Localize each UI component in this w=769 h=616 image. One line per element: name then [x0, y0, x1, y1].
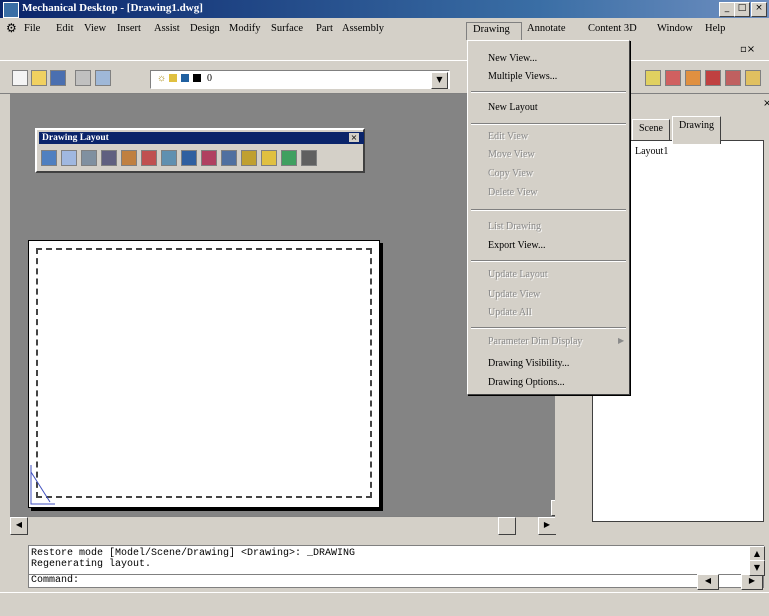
menu-item-edit-view[interactable]: Edit View: [488, 131, 528, 142]
new-icon[interactable]: [12, 70, 28, 86]
menu-item-update-view[interactable]: Update View: [488, 289, 540, 300]
lock-icon: [181, 74, 189, 82]
menu-item-list-drawing[interactable]: List Drawing: [488, 221, 541, 232]
menu-window[interactable]: Window: [657, 23, 693, 34]
title-block-icon[interactable]: [301, 150, 317, 166]
tree-item-layout1[interactable]: Layout1: [635, 146, 668, 157]
title-bar: Mechanical Desktop - [Drawing1.dwg] _ □ …: [0, 0, 769, 18]
menu-modify[interactable]: Modify: [229, 23, 261, 34]
drawing-menu: New View... Multiple Views... New Layout…: [467, 40, 630, 395]
save-icon[interactable]: [50, 70, 66, 86]
menu-file[interactable]: File: [24, 23, 40, 34]
menu-item-update-layout[interactable]: Update Layout: [488, 269, 548, 280]
dimension-icon[interactable]: [241, 150, 257, 166]
scroll-right-icon[interactable]: ▶: [538, 517, 556, 535]
symbol-icon[interactable]: [281, 150, 297, 166]
menu-help[interactable]: Help: [705, 23, 725, 34]
color-swatch-icon: [193, 74, 201, 82]
menu-separator: [471, 327, 626, 329]
scroll-left-icon[interactable]: ◀: [697, 574, 719, 590]
menu-item-new-layout[interactable]: New Layout: [488, 102, 538, 113]
menu-surface[interactable]: Surface: [271, 23, 303, 34]
menu-item-export-view[interactable]: Export View...: [488, 240, 545, 251]
dimension-icon[interactable]: [665, 70, 681, 86]
chevron-down-icon[interactable]: ▼: [431, 72, 448, 89]
menu-item-new-view[interactable]: New View...: [488, 53, 537, 64]
command-line-1: Restore mode [Model/Scene/Drawing] <Draw…: [31, 548, 356, 559]
tool-icon[interactable]: [685, 70, 701, 86]
menu-view[interactable]: View: [84, 23, 106, 34]
close-icon[interactable]: ×: [349, 133, 359, 142]
command-input[interactable]: Command: ◀ ▶: [28, 574, 764, 590]
close-button[interactable]: ×: [751, 2, 767, 17]
annotation-icon[interactable]: [261, 150, 277, 166]
menu-edit[interactable]: Edit: [56, 23, 74, 34]
maximize-button[interactable]: □: [734, 2, 750, 17]
options-icon[interactable]: [221, 150, 237, 166]
help-icon[interactable]: [745, 70, 761, 86]
tab-drawing[interactable]: Drawing: [672, 116, 721, 144]
command-scroll-down-icon[interactable]: ▼: [749, 560, 765, 576]
sun-icon: [169, 74, 177, 82]
menu-item-drawing-options[interactable]: Drawing Options...: [488, 377, 565, 388]
scroll-left-icon[interactable]: ◀: [10, 517, 28, 535]
layer-dropdown[interactable]: ☼ 0 ▼: [150, 70, 450, 89]
menu-item-multiple-views[interactable]: Multiple Views...: [488, 71, 557, 82]
zoom-icon[interactable]: [95, 70, 111, 86]
menu-content-3d[interactable]: Content 3D: [588, 23, 637, 34]
menu-separator: [471, 123, 626, 125]
mdi-controls-icon[interactable]: ▫×: [740, 44, 755, 55]
search-icon[interactable]: [725, 70, 741, 86]
menu-item-move-view[interactable]: Move View: [488, 149, 535, 160]
update-view-icon[interactable]: [161, 150, 177, 166]
visibility-icon[interactable]: [201, 150, 217, 166]
delete-view-icon[interactable]: [141, 150, 157, 166]
scroll-right-icon[interactable]: ▶: [741, 574, 763, 590]
menu-insert[interactable]: Insert: [117, 23, 141, 34]
menu-drawing[interactable]: Drawing: [466, 22, 522, 40]
command-prompt: Command:: [31, 575, 80, 586]
menu-design[interactable]: Design: [190, 23, 220, 34]
toolbar-title[interactable]: Drawing Layout: [39, 132, 364, 144]
annotate-icon[interactable]: [645, 70, 661, 86]
layout-icon[interactable]: [181, 150, 197, 166]
menu-annotate[interactable]: Annotate: [527, 23, 566, 34]
menu-assembly[interactable]: Assembly: [342, 23, 384, 34]
horizontal-scrollbar[interactable]: ◀ ▶: [10, 516, 556, 535]
minimize-button[interactable]: _: [719, 2, 735, 17]
print-icon[interactable]: [75, 70, 91, 86]
menu-drawing-label: Drawing: [473, 24, 510, 35]
lightbulb-icon: ☼: [157, 73, 167, 84]
command-line-2: Regenerating layout.: [31, 559, 152, 570]
menu-separator: [471, 91, 626, 93]
doc-icon[interactable]: ⚙: [6, 21, 17, 35]
copy-view-icon[interactable]: [121, 150, 137, 166]
menu-assist[interactable]: Assist: [154, 23, 180, 34]
menu-separator: [471, 260, 626, 262]
menu-item-parameter-dim-display[interactable]: Parameter Dim Display: [488, 336, 582, 347]
multiple-views-icon[interactable]: [61, 150, 77, 166]
browser-close-icon[interactable]: ×: [763, 98, 769, 109]
balloon-icon[interactable]: [705, 70, 721, 86]
move-view-icon[interactable]: [101, 150, 117, 166]
status-bar: [0, 592, 769, 616]
drawing-layout-toolbar[interactable]: Drawing Layout ×: [35, 128, 365, 173]
ucs-icon: [30, 465, 55, 505]
menu-part[interactable]: Part: [316, 23, 333, 34]
layer-name: 0: [207, 73, 212, 84]
open-icon[interactable]: [31, 70, 47, 86]
submenu-arrow-icon: ▶: [618, 336, 625, 345]
menu-item-update-all[interactable]: Update All: [488, 307, 532, 318]
app-icon[interactable]: [3, 2, 19, 18]
edit-view-icon[interactable]: [81, 150, 97, 166]
menu-bar: ⚙ File Edit View Insert Assist Design Mo…: [0, 18, 769, 40]
menu-item-copy-view[interactable]: Copy View: [488, 168, 533, 179]
menu-separator: [471, 209, 626, 211]
printable-area-border: [36, 248, 372, 498]
new-view-icon[interactable]: [41, 150, 57, 166]
menu-item-delete-view[interactable]: Delete View: [488, 187, 537, 198]
window-title: Mechanical Desktop - [Drawing1.dwg]: [22, 2, 203, 14]
scroll-thumb[interactable]: [498, 517, 516, 535]
menu-item-drawing-visibility[interactable]: Drawing Visibility...: [488, 358, 569, 369]
